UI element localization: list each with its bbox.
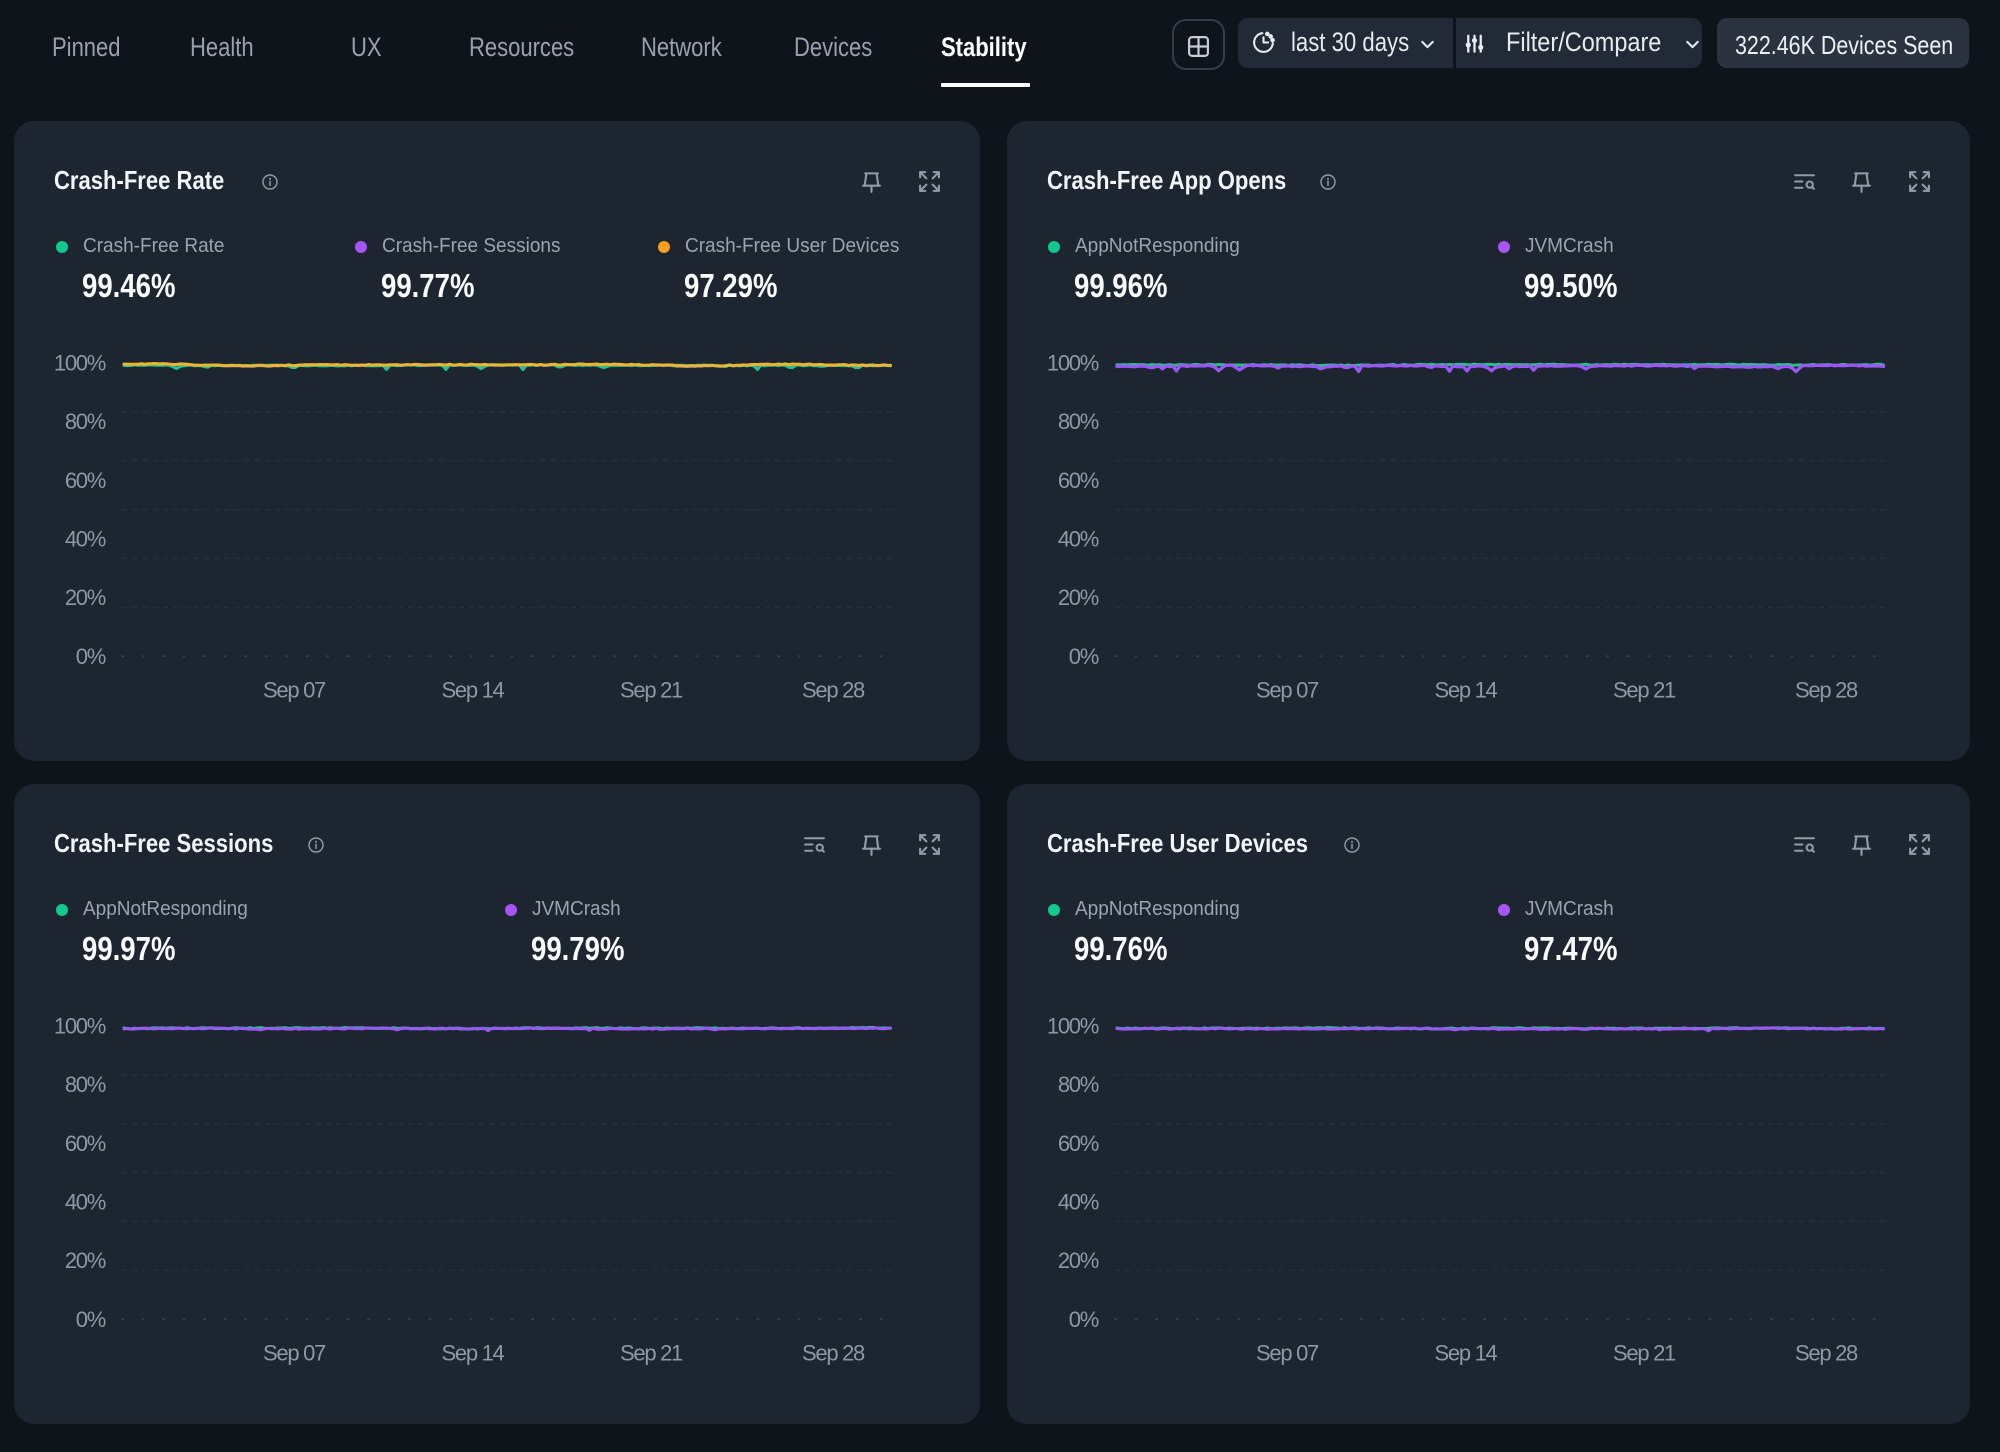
svg-text:Sep 28: Sep 28 xyxy=(802,678,865,703)
svg-text:40%: 40% xyxy=(1058,1190,1099,1215)
svg-text:20%: 20% xyxy=(1058,1248,1099,1273)
svg-text:40%: 40% xyxy=(65,527,106,552)
svg-text:60%: 60% xyxy=(1058,1131,1099,1156)
svg-text:100%: 100% xyxy=(54,351,106,376)
svg-text:Sep 21: Sep 21 xyxy=(1613,678,1676,703)
svg-text:Sep 07: Sep 07 xyxy=(1256,678,1319,703)
svg-text:100%: 100% xyxy=(54,1014,106,1039)
svg-text:40%: 40% xyxy=(65,1190,106,1215)
svg-text:80%: 80% xyxy=(1058,1072,1099,1097)
svg-text:Sep 07: Sep 07 xyxy=(263,678,326,703)
svg-text:20%: 20% xyxy=(1058,585,1099,610)
svg-text:0%: 0% xyxy=(1069,1307,1099,1332)
svg-text:Sep 14: Sep 14 xyxy=(1435,678,1498,703)
svg-text:0%: 0% xyxy=(76,1307,106,1332)
svg-text:40%: 40% xyxy=(1058,527,1099,552)
svg-text:20%: 20% xyxy=(65,1248,106,1273)
svg-text:80%: 80% xyxy=(1058,409,1099,434)
svg-text:60%: 60% xyxy=(65,468,106,493)
svg-text:Sep 28: Sep 28 xyxy=(802,1341,865,1366)
svg-text:0%: 0% xyxy=(76,644,106,669)
svg-text:Sep 07: Sep 07 xyxy=(1256,1341,1319,1366)
svg-text:60%: 60% xyxy=(1058,468,1099,493)
svg-text:80%: 80% xyxy=(65,409,106,434)
svg-text:Sep 14: Sep 14 xyxy=(442,678,505,703)
svg-text:Sep 21: Sep 21 xyxy=(620,678,683,703)
svg-text:Sep 14: Sep 14 xyxy=(442,1341,505,1366)
svg-text:20%: 20% xyxy=(65,585,106,610)
svg-text:Sep 28: Sep 28 xyxy=(1795,1341,1858,1366)
svg-text:Sep 28: Sep 28 xyxy=(1795,678,1858,703)
svg-text:Sep 07: Sep 07 xyxy=(263,1341,326,1366)
svg-text:Sep 21: Sep 21 xyxy=(1613,1341,1676,1366)
svg-text:100%: 100% xyxy=(1047,351,1099,376)
svg-text:60%: 60% xyxy=(65,1131,106,1156)
svg-text:0%: 0% xyxy=(1069,644,1099,669)
svg-text:80%: 80% xyxy=(65,1072,106,1097)
svg-text:Sep 14: Sep 14 xyxy=(1435,1341,1498,1366)
svg-text:100%: 100% xyxy=(1047,1014,1099,1039)
svg-text:Sep 21: Sep 21 xyxy=(620,1341,683,1366)
